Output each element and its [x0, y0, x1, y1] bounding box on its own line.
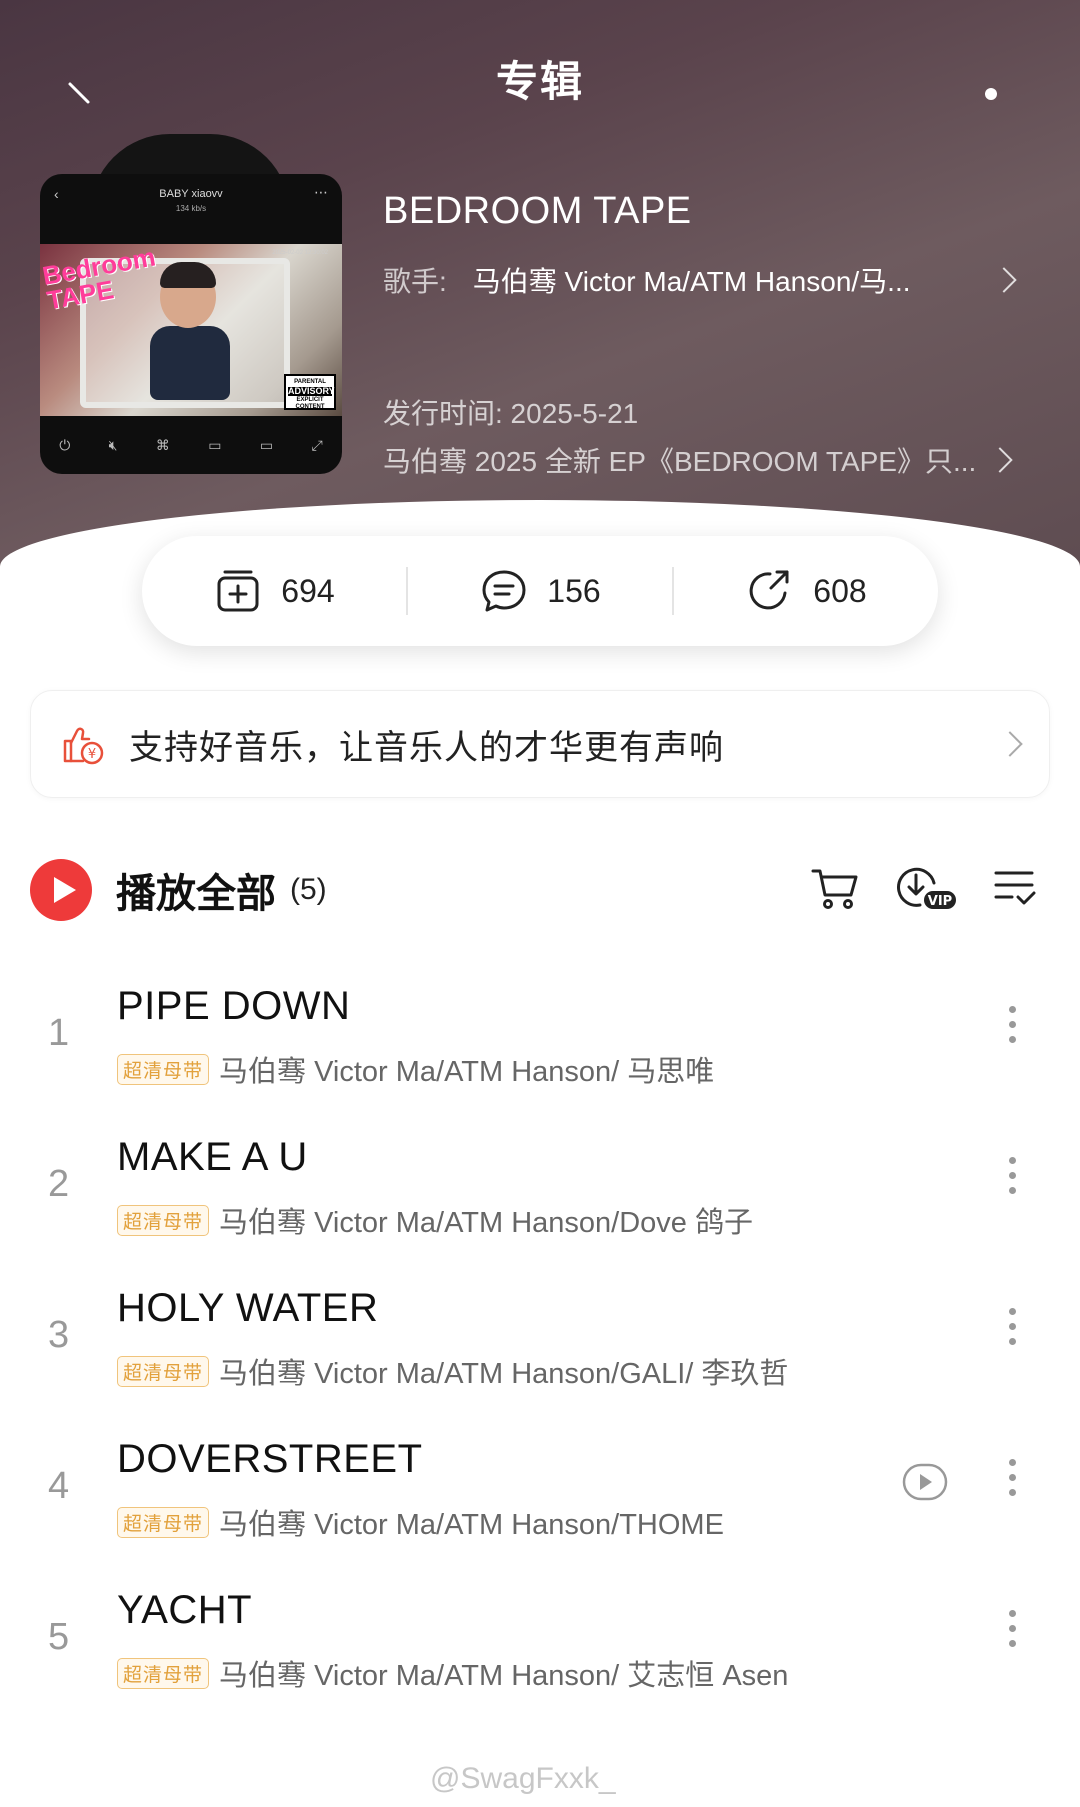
- cover-art: ‹ BABY xiaovv 134 kb/s ⋯ Bedroom TAPE 20…: [40, 174, 342, 474]
- song-artists: 马伯骞 Victor Ma/ATM Hanson/THOME: [219, 1509, 724, 1541]
- share-button[interactable]: 608: [674, 566, 938, 616]
- track-number: 4: [48, 1465, 70, 1507]
- song-title: MAKE A U: [117, 1135, 308, 1179]
- track-number: 1: [48, 1012, 70, 1054]
- download-vip-icon[interactable]: VIP: [890, 861, 960, 915]
- song-row[interactable]: 5 YACHT 超清母带 马伯骞 Victor Ma/ATM Hanson/ 艾…: [0, 1572, 1080, 1702]
- watermark: @SwagFxxk_: [430, 1762, 616, 1795]
- more-options-icon[interactable]: [1006, 1157, 1018, 1201]
- share-count: 608: [813, 572, 867, 609]
- add-to-collection-icon: [217, 570, 259, 612]
- artist-names[interactable]: 马伯骞 Victor Ma/ATM Hanson/马...: [473, 260, 993, 300]
- baby-body-shape: [150, 326, 230, 400]
- album-cover[interactable]: ‹ BABY xiaovv 134 kb/s ⋯ Bedroom TAPE 20…: [40, 134, 342, 474]
- chevron-right-icon: [997, 731, 1023, 757]
- collect-count: 694: [281, 572, 335, 609]
- song-title: HOLY WATER: [117, 1286, 379, 1330]
- track-number: 2: [48, 1163, 70, 1205]
- cover-dots-icon: ⋯: [314, 184, 328, 200]
- album-stats-bar: 694 156 608: [142, 536, 938, 646]
- parental-advisory-label: PARENTAL ADVISORY EXPLICIT CONTENT: [284, 374, 336, 410]
- song-artists: 马伯骞 Victor Ma/ATM Hanson/Dove 鸽子: [219, 1207, 753, 1239]
- song-artists: 马伯骞 Victor Ma/ATM Hanson/ 马思唯: [219, 1056, 715, 1088]
- album-description-row[interactable]: 马伯骞 2025 全新 EP《BEDROOM TAPE》只...: [383, 440, 1033, 480]
- music-video-icon[interactable]: [902, 1459, 948, 1505]
- song-row[interactable]: 3 HOLY WATER 超清母带 马伯骞 Victor Ma/ATM Hans…: [0, 1270, 1080, 1400]
- song-artists: 马伯骞 Victor Ma/ATM Hanson/ 艾志恒 Asen: [219, 1660, 789, 1692]
- track-number: 3: [48, 1314, 70, 1356]
- cover-bitrate: 134 kb/s: [175, 204, 207, 213]
- quality-badge: 超清母带: [117, 1506, 210, 1538]
- comment-icon: [482, 570, 526, 612]
- collect-button[interactable]: 694: [142, 566, 406, 616]
- artist-label: 歌手:: [383, 266, 447, 297]
- song-row[interactable]: 1 PIPE DOWN 超清母带 马伯骞 Victor Ma/ATM Hanso…: [0, 968, 1080, 1098]
- song-title: YACHT: [117, 1588, 253, 1632]
- chevron-right-icon: [991, 267, 1017, 293]
- support-musician-banner[interactable]: ¥ 支持好音乐，让音乐人的才华更有声响: [30, 690, 1050, 798]
- cover-timestamp: 2025-02-02 12:30:02: [272, 250, 328, 256]
- play-all-row: 播放全部 (5) VIP: [30, 855, 1050, 925]
- track-number: 5: [48, 1616, 70, 1658]
- more-icon[interactable]: [985, 88, 997, 100]
- album-description[interactable]: 马伯骞 2025 全新 EP《BEDROOM TAPE》只...: [383, 440, 998, 480]
- multi-select-icon[interactable]: [988, 861, 1042, 915]
- song-title: DOVERSTREET: [117, 1437, 423, 1481]
- more-options-icon[interactable]: [1006, 1308, 1018, 1352]
- expand-icon: ⤢: [311, 436, 323, 453]
- quality-badge: 超清母带: [117, 1355, 210, 1387]
- song-artists: 马伯骞 Victor Ma/ATM Hanson/GALI/ 李玖哲: [219, 1358, 789, 1390]
- cart-icon[interactable]: [808, 861, 862, 915]
- power-icon: ⏻: [59, 436, 71, 453]
- comment-count: 156: [547, 572, 601, 609]
- play-all-label[interactable]: 播放全部: [116, 861, 276, 919]
- quality-badge: 超清母带: [117, 1204, 210, 1236]
- comments-button[interactable]: 156: [408, 566, 672, 616]
- grid-icon: ⌘: [155, 436, 170, 453]
- svg-text:VIP: VIP: [928, 894, 952, 909]
- song-count: (5): [290, 873, 327, 906]
- mute-icon: 🔇︎: [108, 436, 118, 453]
- song-row[interactable]: 2 MAKE A U 超清母带 马伯骞 Victor Ma/ATM Hanson…: [0, 1119, 1080, 1249]
- play-all-button[interactable]: [30, 859, 92, 921]
- song-row[interactable]: 4 DOVERSTREET 超清母带 马伯骞 Victor Ma/ATM Han…: [0, 1421, 1080, 1551]
- more-options-icon[interactable]: [1006, 1006, 1018, 1050]
- release-date: 发行时间: 2025-5-21: [383, 398, 639, 429]
- more-options-icon[interactable]: [1006, 1610, 1018, 1654]
- page-title: 专辑: [495, 58, 584, 105]
- quality-badge: 超清母带: [117, 1657, 210, 1689]
- more-options-icon[interactable]: [1006, 1459, 1018, 1503]
- album-title: BEDROOM TAPE: [383, 190, 692, 232]
- song-title: PIPE DOWN: [117, 984, 351, 1028]
- quality-badge: 超清母带: [117, 1053, 210, 1085]
- camera-icon: ▭: [208, 436, 222, 453]
- support-text: 支持好音乐，让音乐人的才华更有声响: [129, 728, 724, 767]
- cover-photo: Bedroom TAPE 2025-02-02 12:30:02 PARENTA…: [40, 242, 342, 416]
- cover-controls: ⏻ 🔇︎ ⌘ ▭ ▭ ⤢: [40, 416, 342, 474]
- cover-device-name: BABY xiaovv: [159, 188, 223, 200]
- share-icon: [749, 570, 789, 610]
- baby-hair-shape: [160, 262, 216, 288]
- thumbs-up-coin-icon: ¥: [63, 727, 104, 765]
- artist-row[interactable]: 歌手: 马伯骞 Victor Ma/ATM Hanson/马...: [383, 260, 1033, 300]
- hd-icon: ▭: [259, 436, 274, 453]
- svg-text:¥: ¥: [88, 747, 96, 762]
